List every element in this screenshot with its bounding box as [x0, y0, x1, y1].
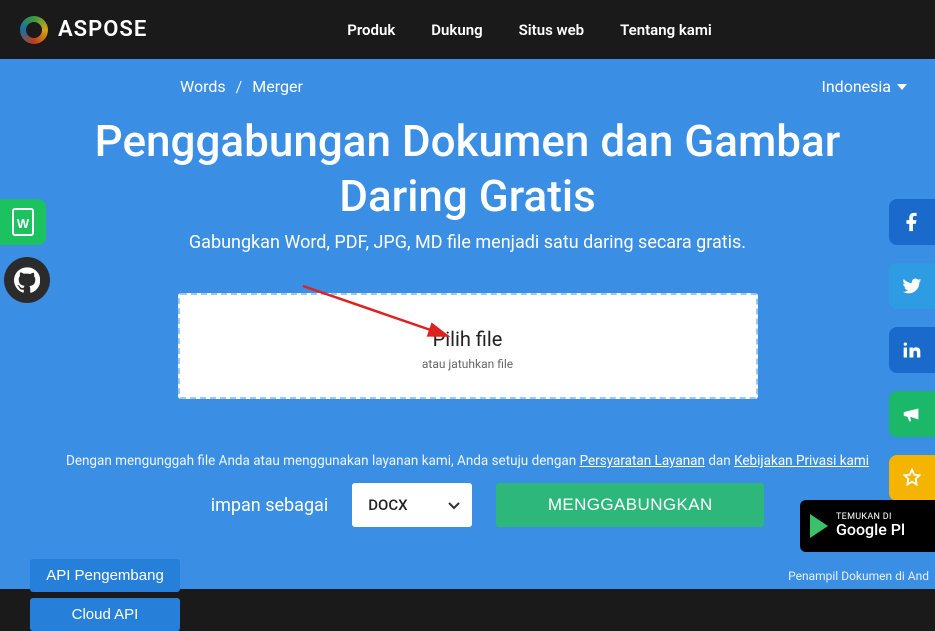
breadcrumb-merger[interactable]: Merger	[252, 77, 303, 96]
twitter-icon	[901, 275, 923, 297]
facebook-icon	[901, 211, 923, 233]
drop-file-label: atau jatuhkan file	[192, 357, 744, 371]
format-select[interactable]: DOCX	[352, 483, 472, 527]
favorite-button[interactable]	[889, 455, 935, 501]
developer-api-button[interactable]: API Pengembang	[30, 559, 180, 592]
google-play-text: TEMUKAN DI Google Pl	[836, 513, 905, 539]
nav-product[interactable]: Produk	[347, 21, 395, 39]
svg-text:W: W	[17, 216, 30, 231]
github-icon	[14, 267, 40, 293]
brand-text: ASPOSE	[58, 17, 147, 42]
announce-button[interactable]	[889, 391, 935, 437]
breadcrumb-separator: /	[236, 77, 243, 96]
gplay-big-text: Google Pl	[836, 522, 905, 539]
linkedin-button[interactable]	[889, 327, 935, 373]
chevron-down-icon	[897, 84, 907, 90]
api-buttons: API Pengembang Cloud API	[30, 559, 180, 631]
play-icon	[810, 514, 828, 538]
file-dropzone[interactable]: Pilih file atau jatuhkan file	[178, 293, 758, 399]
terms-line: Dengan mengunggah file Anda atau menggun…	[0, 453, 935, 469]
file-w-icon: W	[11, 208, 35, 236]
save-as-label: impan sebagai	[211, 495, 328, 516]
dropzone-container: Pilih file atau jatuhkan file	[178, 293, 758, 399]
page-title: Penggabungan Dokumen dan Gambar Daring G…	[0, 114, 935, 224]
language-label: Indonesia	[821, 77, 891, 96]
page-subtitle: Gabungkan Word, PDF, JPG, MD file menjad…	[0, 232, 935, 253]
privacy-link[interactable]: Kebijakan Privasi kami	[734, 453, 869, 469]
spiral-icon	[20, 16, 48, 44]
viewer-note: Penampil Dokumen di And	[788, 569, 929, 583]
word-addon-button[interactable]: W	[0, 199, 46, 245]
nav-site[interactable]: Situs web	[519, 21, 585, 39]
breadcrumb-words[interactable]: Words	[180, 77, 226, 96]
google-play-badge[interactable]: TEMUKAN DI Google Pl	[800, 500, 935, 552]
github-button[interactable]	[4, 257, 50, 303]
top-navbar: ASPOSE Produk Dukung Situs web Tentang k…	[0, 0, 935, 59]
social-column	[889, 199, 935, 501]
main-nav: Produk Dukung Situs web Tentang kami	[347, 21, 712, 39]
nav-support[interactable]: Dukung	[431, 21, 482, 39]
terms-prefix: Dengan mengunggah file Anda atau menggun…	[66, 453, 580, 469]
language-selector[interactable]: Indonesia	[821, 77, 907, 96]
merge-button[interactable]: MENGGABUNGKAN	[496, 483, 764, 527]
star-icon	[901, 467, 923, 489]
cloud-api-button[interactable]: Cloud API	[30, 598, 180, 631]
tos-link[interactable]: Persyaratan Layanan	[580, 453, 705, 469]
brand-logo[interactable]: ASPOSE	[20, 16, 147, 44]
hero-section: Words / Merger Indonesia W	[0, 59, 935, 589]
format-selected-value: DOCX	[368, 496, 407, 514]
linkedin-icon	[902, 340, 922, 360]
nav-about[interactable]: Tentang kami	[620, 21, 712, 39]
twitter-button[interactable]	[889, 263, 935, 309]
chevron-down-icon	[448, 496, 460, 514]
pick-file-label: Pilih file	[192, 327, 744, 351]
terms-and: dan	[708, 453, 734, 469]
megaphone-icon	[901, 403, 923, 425]
action-row: impan sebagai DOCX MENGGABUNGKAN	[0, 483, 935, 527]
facebook-button[interactable]	[889, 199, 935, 245]
